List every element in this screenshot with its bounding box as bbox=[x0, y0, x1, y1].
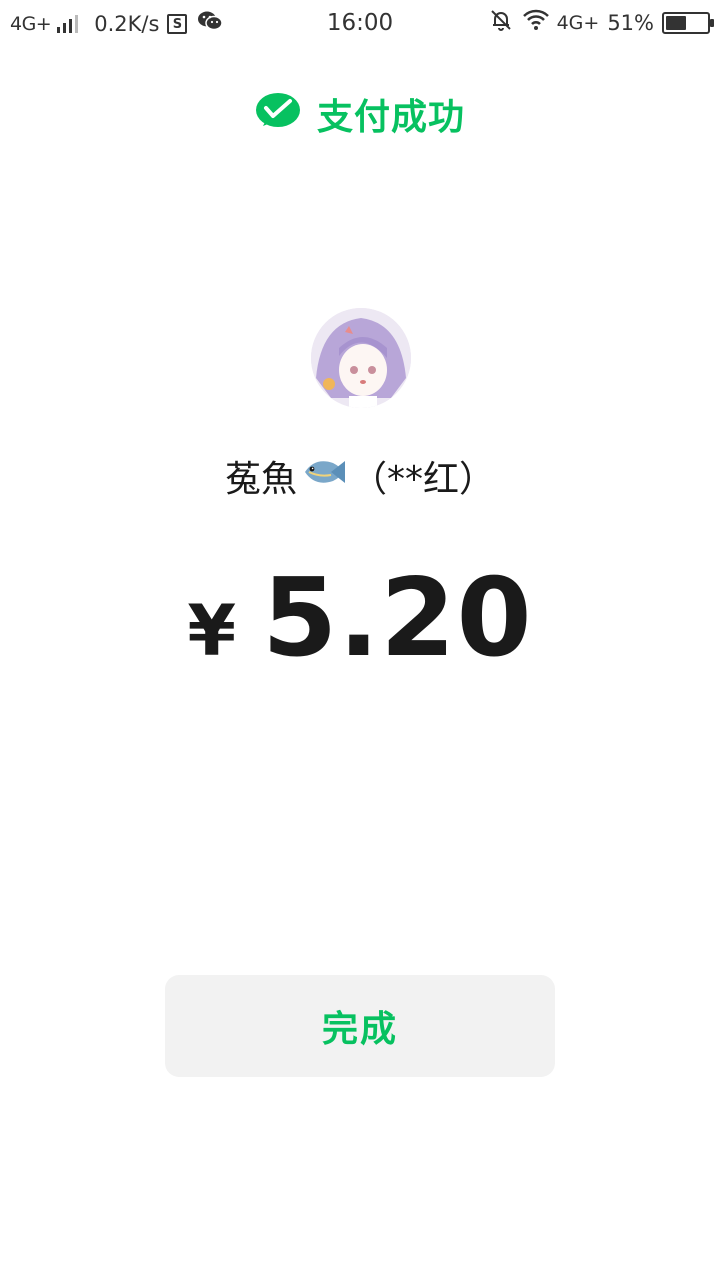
wechat-pay-check-icon bbox=[255, 92, 301, 136]
battery-fill bbox=[666, 16, 686, 30]
payee-nickname: 菟魚 bbox=[224, 459, 297, 500]
done-button[interactable]: 完成 bbox=[165, 975, 555, 1077]
payment-success-header: 支付成功 bbox=[0, 88, 720, 140]
currency-symbol: ¥ bbox=[187, 590, 237, 672]
payee-avatar bbox=[311, 308, 411, 408]
wifi-icon bbox=[522, 9, 549, 37]
mute-bell-icon bbox=[489, 8, 513, 38]
payee-masked-name: （**红） bbox=[351, 459, 496, 500]
done-button-label: 完成 bbox=[321, 1008, 398, 1049]
payment-amount: ¥ 5.20 bbox=[0, 556, 720, 681]
battery-icon bbox=[662, 12, 714, 34]
battery-percent: 51% bbox=[607, 11, 654, 35]
page-title: 支付成功 bbox=[316, 97, 465, 138]
payee-name: 菟魚 （**红） bbox=[0, 450, 720, 502]
status-bar-right: 4G+ 51% bbox=[489, 8, 714, 38]
status-bar: 4G+ 0.2K/s S 16:00 4G+ 51% bbox=[0, 0, 720, 50]
amount-value: 5.20 bbox=[262, 556, 533, 681]
fish-emoji-icon bbox=[301, 455, 347, 498]
network-type-label-right: 4G+ bbox=[556, 12, 600, 34]
